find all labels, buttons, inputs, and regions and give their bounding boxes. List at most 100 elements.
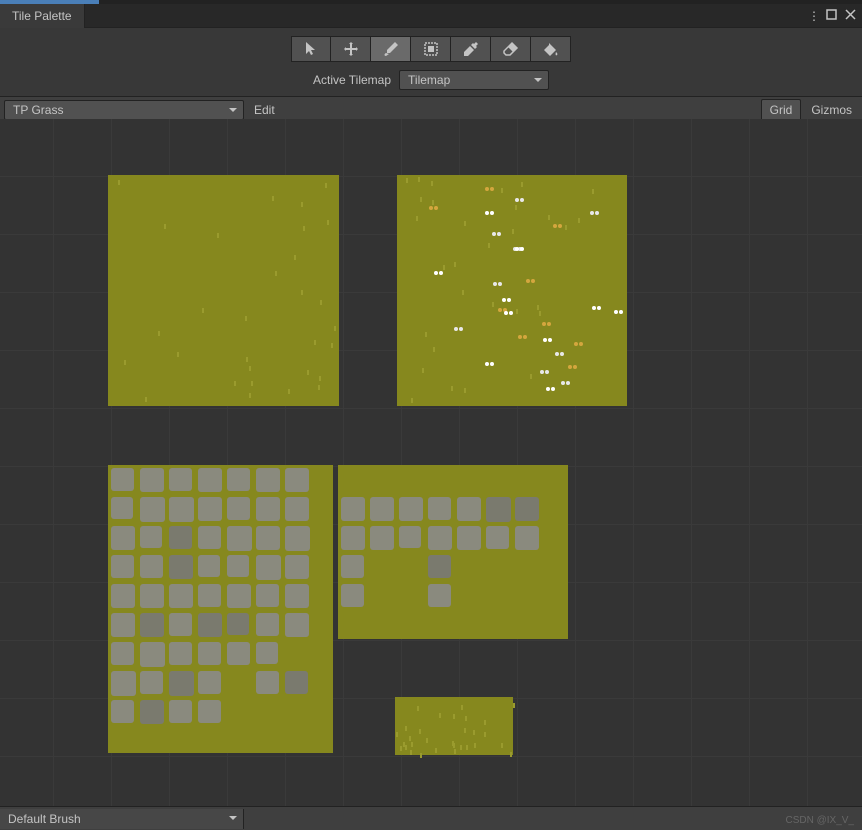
tile-grass-b[interactable] — [397, 175, 627, 406]
maximize-icon[interactable] — [826, 9, 837, 23]
grid-cell — [634, 293, 692, 351]
toolbar-header: Active Tilemap Tilemap — [0, 28, 862, 97]
grid-cell — [808, 293, 862, 351]
grid-cell — [808, 641, 862, 699]
grid-cell — [344, 293, 402, 351]
grid-cell — [692, 525, 750, 583]
tile-grass-c[interactable] — [395, 697, 513, 755]
grid-cell — [228, 119, 286, 177]
grid-cell — [344, 409, 402, 467]
grid-cell — [460, 119, 518, 177]
grid-cell — [344, 235, 402, 293]
grid-cell — [750, 583, 808, 641]
grid-cell — [576, 467, 634, 525]
grid-cell — [692, 177, 750, 235]
kebab-icon[interactable]: ⋮ — [808, 9, 818, 23]
grid-cell — [54, 641, 112, 699]
move-tool[interactable] — [331, 36, 371, 62]
tile-canvas[interactable] — [0, 123, 862, 795]
grid-cell — [634, 351, 692, 409]
grid-cell — [54, 119, 112, 177]
grid-cell — [692, 583, 750, 641]
grid-cell — [576, 641, 634, 699]
tab-tile-palette[interactable]: Tile Palette — [0, 4, 85, 28]
grid-cell — [576, 119, 634, 177]
tab-bar: Tile Palette ⋮ — [0, 4, 862, 28]
grid-cell — [750, 641, 808, 699]
grid-cell — [344, 119, 402, 177]
watermark: CSDN @IX_V_ — [785, 815, 854, 826]
close-icon[interactable] — [845, 9, 856, 23]
picker-tool[interactable] — [451, 36, 491, 62]
grid-cell — [402, 641, 460, 699]
grid-cell — [170, 409, 228, 467]
grid-cell — [344, 641, 402, 699]
grid-cell — [112, 409, 170, 467]
grid-cell — [576, 409, 634, 467]
grid-cell — [750, 409, 808, 467]
grid-cell — [750, 177, 808, 235]
grid-toggle[interactable]: Grid — [761, 99, 802, 121]
grid-cell — [54, 235, 112, 293]
grid-cell — [0, 409, 54, 467]
grid-cell — [750, 467, 808, 525]
grid-cell — [634, 467, 692, 525]
gizmos-toggle[interactable]: Gizmos — [803, 99, 860, 121]
grid-cell — [0, 119, 54, 177]
grid-cell — [460, 641, 518, 699]
grid-cell — [112, 119, 170, 177]
grid-cell — [0, 293, 54, 351]
grid-cell — [0, 525, 54, 583]
grid-cell — [518, 409, 576, 467]
grid-cell — [808, 119, 862, 177]
grid-cell — [750, 525, 808, 583]
fill-tool[interactable] — [531, 36, 571, 62]
box-fill-tool[interactable] — [411, 36, 451, 62]
grid-cell — [344, 177, 402, 235]
grid-cell — [460, 409, 518, 467]
grid-cell — [286, 409, 344, 467]
grid-cell — [750, 351, 808, 409]
tile-grass-a[interactable] — [108, 175, 339, 406]
grid-cell — [228, 409, 286, 467]
eraser-tool[interactable] — [491, 36, 531, 62]
grid-cell — [692, 235, 750, 293]
grid-cell — [54, 467, 112, 525]
grid-cell — [54, 351, 112, 409]
grid-cell — [54, 293, 112, 351]
grid-cell — [692, 409, 750, 467]
tilemap-dropdown[interactable]: Tilemap — [399, 70, 549, 90]
grid-cell — [634, 409, 692, 467]
grid-cell — [634, 177, 692, 235]
grid-cell — [692, 293, 750, 351]
grid-cell — [54, 409, 112, 467]
edit-button[interactable]: Edit — [244, 103, 285, 117]
grid-cell — [634, 235, 692, 293]
tile-stone-a[interactable] — [108, 465, 333, 753]
grid-cell — [634, 525, 692, 583]
grid-cell — [402, 409, 460, 467]
grid-cell — [692, 119, 750, 177]
select-tool[interactable] — [291, 36, 331, 62]
brush-dropdown[interactable]: Default Brush — [0, 809, 244, 829]
grid-cell — [750, 293, 808, 351]
grid-cell — [0, 467, 54, 525]
grid-cell — [808, 177, 862, 235]
grid-cell — [286, 119, 344, 177]
grid-cell — [0, 177, 54, 235]
tile-stone-b[interactable] — [338, 465, 568, 639]
grid-cell — [518, 699, 576, 757]
palette-dropdown[interactable]: TP Grass — [4, 100, 244, 120]
grid-cell — [0, 699, 54, 757]
grid-cell — [634, 583, 692, 641]
grid-cell — [808, 583, 862, 641]
grid-cell — [0, 351, 54, 409]
paint-tool[interactable] — [371, 36, 411, 62]
grid-cell — [576, 525, 634, 583]
grid-cell — [634, 641, 692, 699]
grid-cell — [808, 525, 862, 583]
grid-cell — [402, 119, 460, 177]
grid-cell — [692, 699, 750, 757]
grid-cell — [750, 119, 808, 177]
grid-cell — [0, 641, 54, 699]
